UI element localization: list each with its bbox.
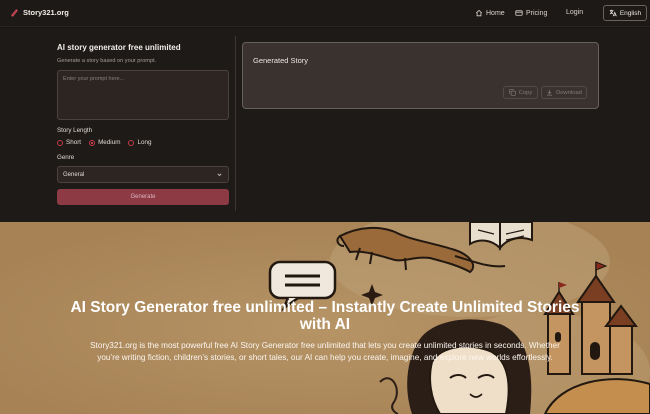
download-label: Download xyxy=(556,89,582,96)
length-option-label: Short xyxy=(66,139,82,146)
copy-label: Copy xyxy=(518,89,533,96)
story-length-label: Story Length xyxy=(57,127,93,134)
prompt-placeholder: Enter your prompt here... xyxy=(63,76,125,82)
download-icon xyxy=(547,89,553,96)
generated-story-panel: Generated Story Copy Download xyxy=(242,42,599,109)
translate-icon xyxy=(609,9,617,17)
form-subtitle: Generate a story based on your prompt. xyxy=(57,58,157,64)
generator-form: AI story generator free unlimited Genera… xyxy=(57,43,229,205)
home-icon xyxy=(475,9,483,17)
nav-pricing[interactable]: Pricing xyxy=(515,9,547,17)
card-icon xyxy=(515,10,523,16)
form-title: AI story generator free unlimited xyxy=(57,43,181,52)
brand-link[interactable]: Story321.org xyxy=(10,8,69,17)
radio-circle-selected xyxy=(89,139,96,146)
length-option-label: Long xyxy=(137,139,152,146)
nav-home-label: Home xyxy=(486,9,505,17)
chevron-down-icon xyxy=(217,173,222,177)
length-option-label: Medium xyxy=(98,139,121,146)
language-select[interactable]: English xyxy=(603,5,647,21)
prompt-input[interactable]: Enter your prompt here... xyxy=(57,70,229,120)
generated-story-title: Generated Story xyxy=(253,56,309,65)
genre-select[interactable]: General xyxy=(57,166,229,183)
generate-button[interactable]: Generate xyxy=(57,189,229,205)
copy-button[interactable]: Copy xyxy=(503,86,538,99)
login-label: Login xyxy=(566,9,584,16)
pen-icon xyxy=(11,9,18,17)
hero-title: AI Story Generator free unlimited – Inst… xyxy=(70,299,580,333)
login-link[interactable]: Login xyxy=(566,9,583,16)
hero-section: AI Story Generator free unlimited – Inst… xyxy=(0,222,650,414)
length-option-medium[interactable]: Medium xyxy=(89,139,120,146)
panel-divider xyxy=(235,36,236,211)
length-option-long[interactable]: Long xyxy=(128,139,151,146)
length-option-short[interactable]: Short xyxy=(57,139,81,146)
nav-home[interactable]: Home xyxy=(475,9,505,17)
story-length-options: Short Medium Long xyxy=(57,139,229,146)
hero-description: Story321.org is the most powerful free A… xyxy=(90,341,560,362)
top-nav: Story321.org Home Pricing Login English xyxy=(0,0,650,27)
nav-pricing-label: Pricing xyxy=(526,9,548,17)
radio-circle xyxy=(128,139,135,146)
copy-icon xyxy=(509,89,516,96)
brand-name: Story321.org xyxy=(23,8,69,17)
genre-value: General xyxy=(63,171,85,178)
generator-section: AI story generator free unlimited Genera… xyxy=(0,28,650,222)
download-button[interactable]: Download xyxy=(541,86,587,99)
language-label: English xyxy=(619,9,642,17)
radio-circle xyxy=(57,139,63,146)
genre-label: Genre xyxy=(57,154,75,161)
